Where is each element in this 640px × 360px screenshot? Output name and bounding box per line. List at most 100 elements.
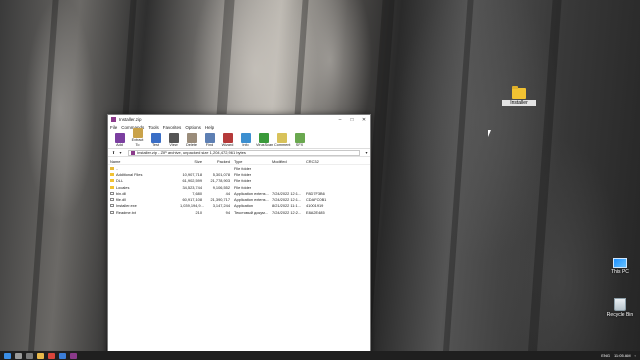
desktop-icon-installer[interactable]: Installer — [502, 86, 536, 106]
toolbar-button-add[interactable]: Add — [112, 133, 127, 148]
cell-packed: 21,778,903 — [210, 178, 230, 184]
cell-type: File folder — [234, 171, 252, 177]
find-icon — [204, 133, 215, 143]
cell-name: Locales — [108, 185, 180, 190]
menu-file[interactable]: File — [110, 125, 117, 130]
toolbar-button-wizard[interactable]: Wizard — [220, 133, 235, 148]
winrar-taskbar-icon[interactable] — [70, 352, 77, 359]
cell-crc: 41001919 — [306, 203, 324, 209]
cell-modified: 7/24/2022 12:1... — [272, 190, 302, 196]
column-header-type[interactable]: Type — [232, 159, 272, 164]
cell-size: 60,917,108 — [182, 197, 202, 203]
desktop-icon-recycle-bin[interactable]: Recycle Bin — [603, 298, 637, 318]
cell-type: Application extens... — [234, 190, 269, 196]
toolbar-button-label: Find — [205, 143, 214, 147]
zip-archive-icon — [131, 150, 135, 155]
toolbar-button-comment[interactable]: Comment — [274, 133, 291, 148]
cell-name-text: Additional Files — [116, 171, 143, 177]
folder-icon — [110, 172, 114, 176]
search-icon[interactable] — [15, 352, 22, 359]
toolbar-button-sfx[interactable]: SFX — [292, 133, 307, 148]
title-bar[interactable]: Installer.zip – □ ✕ — [108, 115, 370, 124]
toolbar-button-find[interactable]: Find — [202, 133, 217, 148]
cell-crc: E8A2E485 — [306, 209, 325, 215]
file-icon — [110, 191, 114, 195]
address-dropdown-icon[interactable]: ▾ — [363, 150, 370, 155]
toolbar-button-test[interactable]: Test — [148, 133, 163, 148]
minimize-button[interactable]: – — [334, 117, 346, 123]
clock[interactable]: 11:05 AM — [614, 353, 631, 358]
menu-bar: File Commands Tools Favorites Options He… — [108, 124, 370, 131]
cell-modified: 7/24/2022 12:1... — [272, 197, 302, 203]
cell-name-text: DLL — [116, 178, 124, 184]
cell-size: 34,523,744 — [182, 184, 202, 190]
virusscan-icon — [258, 133, 269, 143]
cell-crc: F8D7F3B6 — [306, 190, 325, 196]
toolbar-button-info[interactable]: Info — [238, 133, 253, 148]
column-header-crc32[interactable]: CRC32 — [306, 159, 328, 164]
cell-type: Текстовый докум... — [234, 209, 269, 215]
folder-icon — [110, 166, 114, 170]
cell-packed: 9,106,552 — [212, 184, 230, 190]
cell-name: .. — [108, 166, 180, 171]
cell-size: 1,039,194,9... — [180, 203, 204, 209]
file-icon — [110, 210, 114, 214]
toolbar-button-extract-to[interactable]: Extract To — [130, 128, 145, 148]
address-dropdown-button[interactable]: ▾ — [117, 150, 124, 155]
column-header-packed[interactable]: Packed — [204, 159, 232, 164]
browser-icon[interactable] — [59, 352, 66, 359]
table-row[interactable]: Readme.txt 210 94 Текстовый докум... 7/24/20… — [108, 209, 370, 215]
recycle-bin-icon — [614, 298, 626, 311]
cell-packed: 5,301,078 — [212, 171, 230, 177]
cell-packed: 44 — [225, 190, 230, 196]
system-tray: ENG 11:05 AM ▫ — [601, 351, 640, 360]
delete-icon — [186, 133, 197, 143]
cell-name: Readme.txt — [108, 210, 180, 215]
column-header-modified[interactable]: Modified — [272, 159, 306, 164]
toolbar-button-label: Comment — [274, 143, 291, 147]
column-header-name[interactable]: Name — [108, 159, 180, 164]
cell-packed: 21,390,717 — [210, 197, 230, 203]
menu-help[interactable]: Help — [205, 125, 214, 130]
menu-options[interactable]: Options — [185, 125, 201, 130]
language-indicator[interactable]: ENG — [601, 353, 610, 358]
toolbar-button-delete[interactable]: Delete — [184, 133, 199, 148]
desktop-icon-label: This PC — [611, 269, 629, 275]
desktop-icon-label: Installer — [502, 100, 536, 106]
winrar-window[interactable]: Installer.zip – □ ✕ File Commands Tools … — [107, 114, 371, 360]
notifications-icon[interactable]: ▫ — [635, 353, 636, 358]
column-header-size[interactable]: Size — [180, 159, 204, 164]
maximize-button[interactable]: □ — [346, 117, 358, 123]
toolbar-button-virusscan[interactable]: VirusScan — [256, 133, 273, 148]
desktop-icon-this-pc[interactable]: This PC — [603, 258, 637, 275]
wizard-icon — [222, 133, 233, 143]
cell-name-text: .. — [116, 165, 119, 171]
mouse-cursor-icon — [488, 130, 491, 137]
folder-icon — [110, 179, 114, 183]
cell-type: File folder — [234, 184, 252, 190]
rock-streak — [441, 0, 475, 351]
cell-name-text: Readme.txt — [116, 209, 136, 215]
address-field[interactable]: Installer.zip - ZIP archive, unpacked si… — [128, 149, 360, 156]
file-explorer-icon[interactable] — [37, 352, 44, 359]
sfx-icon — [294, 133, 305, 143]
window-title: Installer.zip — [119, 117, 142, 122]
menu-favorites[interactable]: Favorites — [163, 125, 182, 130]
file-list: Name Size Packed Type Modified CRC32 .. F… — [108, 158, 370, 215]
computer-icon — [613, 258, 627, 268]
folder-icon — [110, 185, 114, 189]
cell-size: 61,902,599 — [182, 178, 202, 184]
menu-tools[interactable]: Tools — [148, 125, 159, 130]
task-view-icon[interactable] — [26, 352, 33, 359]
file-icon — [110, 198, 114, 202]
toolbar-button-view[interactable]: View — [166, 133, 181, 148]
cell-crc: CDAFC0B1 — [306, 197, 327, 203]
cell-size: 7,680 — [192, 190, 202, 196]
view-icon — [168, 133, 179, 143]
opera-icon[interactable] — [48, 352, 55, 359]
start-button-icon[interactable] — [4, 352, 11, 359]
close-button[interactable]: ✕ — [358, 117, 370, 123]
cell-packed: 94 — [225, 209, 230, 215]
up-one-level-button[interactable]: ⬆ — [110, 150, 117, 155]
cell-size: 10,907,718 — [182, 171, 202, 177]
